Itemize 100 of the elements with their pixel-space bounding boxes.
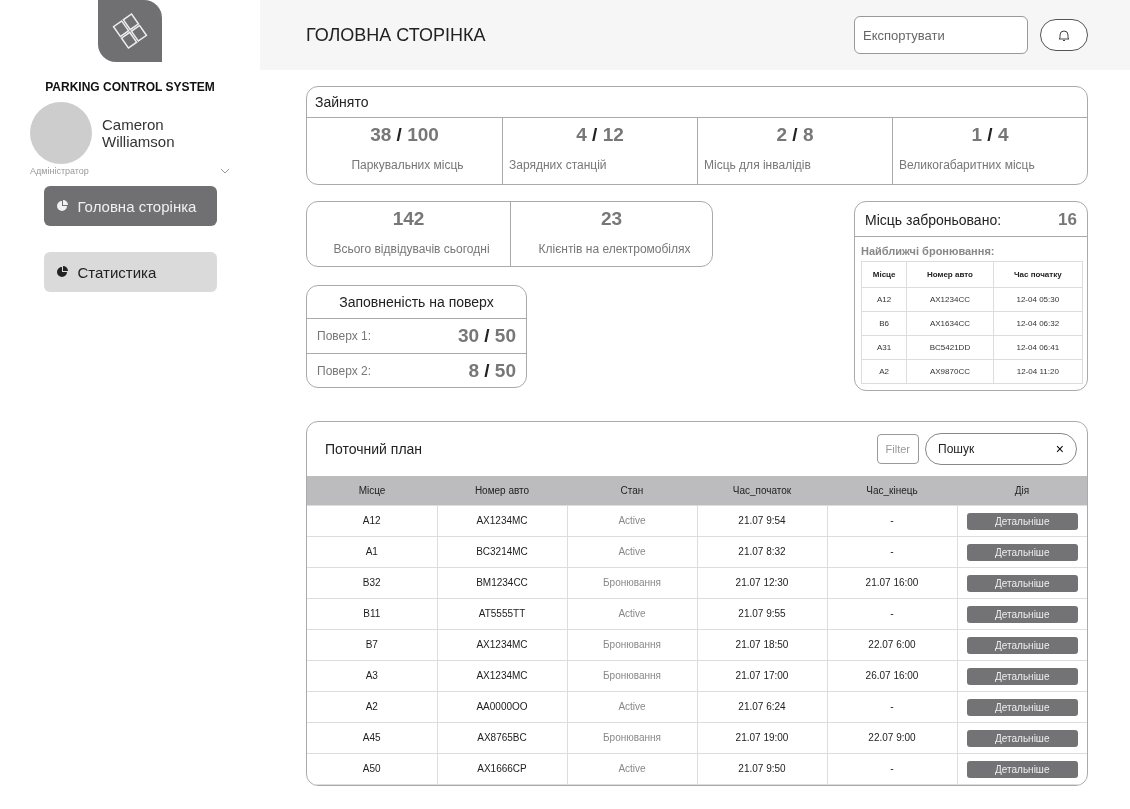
card-title: Заповненість на поверх <box>307 286 526 319</box>
table-cell: - <box>827 691 957 722</box>
chevron-down-icon[interactable] <box>220 168 230 174</box>
pie-chart-icon <box>55 266 68 278</box>
details-button[interactable]: Детальніше <box>966 544 1078 561</box>
stat-value: 23 <box>600 208 623 230</box>
occupancy-value: 4 / 12 <box>576 124 624 146</box>
table-cell: 21.07 12:30 <box>697 567 827 598</box>
stat-label: Зарядних станцій <box>508 158 607 172</box>
table-cell: Бронювання <box>567 629 697 660</box>
page-title: ГОЛОВНА СТОРІНКА <box>306 24 486 46</box>
table-cell: - <box>827 598 957 629</box>
card-subtitle: Найближчі бронювання: <box>860 244 996 259</box>
user-role: Адміністратор <box>30 166 89 176</box>
table-cell: 21.07 9:55 <box>697 598 827 629</box>
table-cell: BC5421DD <box>906 335 994 360</box>
table-cell: A2 <box>307 691 437 722</box>
table-cell: AA0000OO <box>437 691 567 722</box>
table-cell: AX1234CC <box>906 287 994 312</box>
table-cell: A3 <box>307 660 437 691</box>
pie-chart-icon <box>55 200 68 212</box>
table-cell: 21.07 6:24 <box>697 691 827 722</box>
export-field[interactable]: Експортувати <box>854 16 1028 54</box>
table-cell: B11 <box>307 598 437 629</box>
table-cell: 22.07 9:00 <box>827 722 957 753</box>
column-header: Час_кінець <box>827 476 957 505</box>
table-cell: B6 <box>861 311 907 336</box>
table-cell: AX1234MC <box>437 505 567 536</box>
details-button[interactable]: Детальніше <box>966 513 1078 530</box>
table-cell: AX1234MC <box>437 660 567 691</box>
occupancy-value: 1 / 4 <box>971 124 1009 146</box>
details-button[interactable]: Детальніше <box>966 668 1078 685</box>
table-cell: 12-04 11:20 <box>993 359 1083 384</box>
stat-label: Всього відвідувачів сьогодні <box>332 242 490 256</box>
occupancy-value: 38 / 100 <box>370 124 439 146</box>
card-title: Поточний план <box>325 441 423 457</box>
table-cell: AX8765BC <box>437 722 567 753</box>
details-button[interactable]: Детальніше <box>966 699 1078 716</box>
table-cell: BM1234CC <box>437 567 567 598</box>
occupancy-value: 8 / 50 <box>468 359 516 382</box>
stat-label: Паркувальних місць <box>350 158 464 172</box>
nav-item[interactable]: Головна сторінка <box>43 186 217 226</box>
table-cell: A2 <box>861 359 907 384</box>
column-header: Місце <box>861 261 907 288</box>
table-cell: 21.07 9:50 <box>697 753 827 784</box>
logo-icon <box>98 0 162 62</box>
occupancy-value: 30 / 50 <box>457 325 516 347</box>
stat-value: 142 <box>392 208 425 230</box>
table-cell: 22.07 6:00 <box>827 629 957 660</box>
table-cell: Active <box>567 753 697 784</box>
table-cell: Бронювання <box>567 567 697 598</box>
app-name: PARKING CONTROL SYSTEM <box>45 80 215 94</box>
floor-label: Поверх 1: <box>317 329 372 343</box>
table-cell: - <box>827 505 957 536</box>
table-cell: A12 <box>861 287 907 312</box>
column-header: Час_початок <box>697 476 827 505</box>
clear-button[interactable]: × <box>1055 441 1064 457</box>
notification-button[interactable] <box>1040 19 1088 51</box>
column-header: Час початку <box>993 261 1083 288</box>
user-name: Cameron Williamson <box>102 116 176 150</box>
search-text: Пошук <box>938 442 975 456</box>
table-cell: 21.07 16:00 <box>827 567 957 598</box>
table-cell: A31 <box>861 335 907 360</box>
details-button[interactable]: Детальніше <box>966 575 1078 592</box>
table-cell: AT5555TT <box>437 598 567 629</box>
table-cell: BC3214MC <box>437 536 567 567</box>
table-cell: 26.07 16:00 <box>827 660 957 691</box>
table-cell: - <box>827 753 957 784</box>
table-cell: AX1234MC <box>437 629 567 660</box>
column-header: Номер авто <box>906 261 994 288</box>
card-title: Місць заброньовано: <box>865 212 1002 228</box>
card-title: Зайнято <box>307 87 1087 118</box>
table-cell: Бронювання <box>567 722 697 753</box>
nav-item[interactable]: Статистика <box>43 252 217 292</box>
details-button[interactable]: Детальніше <box>966 606 1078 623</box>
column-header: Дія <box>957 476 1087 505</box>
details-button[interactable]: Детальніше <box>966 761 1078 778</box>
floor-label: Поверх 2: <box>317 363 372 378</box>
table-cell: B7 <box>307 629 437 660</box>
table-cell: Active <box>567 598 697 629</box>
column-header: Стан <box>567 476 697 505</box>
table-cell: Бронювання <box>567 660 697 691</box>
column-header: Місце <box>307 476 437 505</box>
table-cell: 21.07 9:54 <box>697 505 827 536</box>
stat-label: Клієнтів на електромобілях <box>537 242 691 256</box>
table-cell: 12-04 06:32 <box>993 311 1083 336</box>
details-button[interactable]: Детальніше <box>966 730 1078 747</box>
table-cell: 21.07 19:00 <box>697 722 827 753</box>
table-cell: AX9870CC <box>906 359 994 384</box>
table-cell: Active <box>567 505 697 536</box>
bell-icon <box>1058 28 1070 42</box>
table-cell: 12-04 06:41 <box>993 335 1083 360</box>
column-header: Номер авто <box>437 476 567 505</box>
table-cell: AX1666CP <box>437 753 567 784</box>
filter-button[interactable]: Filter <box>876 434 919 464</box>
table-cell: Active <box>567 691 697 722</box>
table-cell: - <box>827 536 957 567</box>
details-button[interactable]: Детальніше <box>966 637 1078 654</box>
table-cell: Active <box>567 536 697 567</box>
table-cell: 21.07 8:32 <box>697 536 827 567</box>
